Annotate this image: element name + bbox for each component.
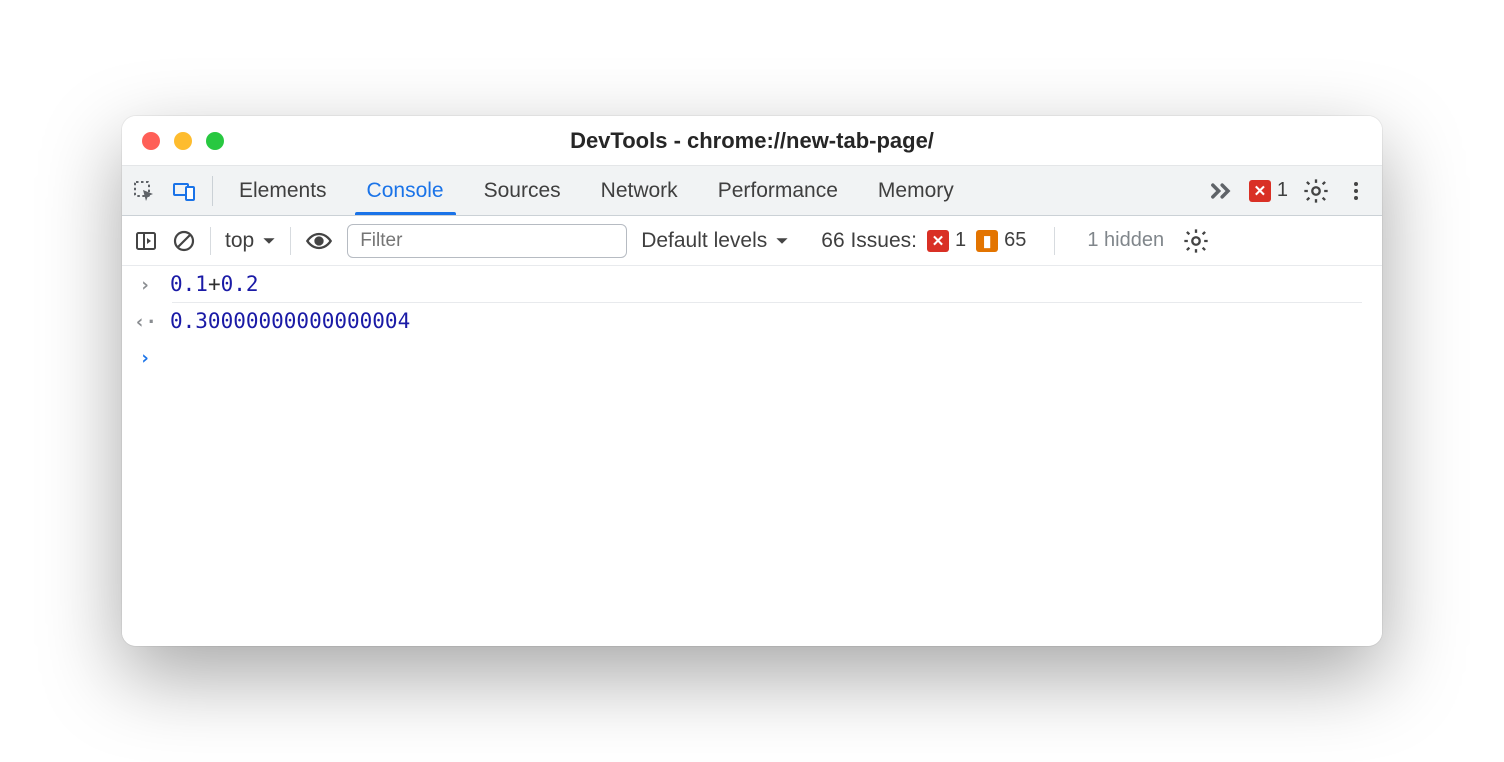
toggle-sidebar-icon[interactable] [134, 229, 158, 253]
console-result-row: ‹· 0.30000000000000004 [122, 303, 1382, 339]
console-toolbar: top Default levels 66 Issues: ✕ 1 ▮ 65 [122, 216, 1382, 266]
tab-network[interactable]: Network [581, 166, 698, 215]
input-arrow-icon: › [134, 272, 156, 296]
prompt-arrow-icon: › [134, 345, 156, 369]
clear-console-icon[interactable] [172, 229, 196, 253]
panel-tabs: Elements Console Sources Network Perform… [219, 166, 974, 215]
divider [290, 227, 291, 255]
more-options-icon[interactable] [1344, 179, 1368, 203]
filter-input[interactable] [347, 224, 627, 258]
console-result: 0.30000000000000004 [170, 309, 410, 333]
device-toolbar-icon[interactable] [172, 179, 196, 203]
inspect-element-icon[interactable] [132, 179, 156, 203]
titlebar: DevTools - chrome://new-tab-page/ [122, 116, 1382, 166]
more-tabs-icon[interactable] [1207, 177, 1235, 205]
live-expression-icon[interactable] [305, 227, 333, 255]
output-arrow-icon: ‹· [134, 309, 156, 333]
console-output[interactable]: › 0.1+0.2 ‹· 0.30000000000000004 › [122, 266, 1382, 646]
window-controls [122, 132, 224, 150]
levels-label: Default levels [641, 229, 767, 253]
tab-sources[interactable]: Sources [464, 166, 581, 215]
issues-warning-count: 65 [1004, 229, 1026, 252]
error-icon: ✕ [927, 230, 949, 252]
chevron-down-icon [262, 234, 276, 248]
console-settings-icon[interactable] [1182, 227, 1210, 255]
settings-icon[interactable] [1302, 177, 1330, 205]
context-label: top [225, 229, 254, 253]
issues-error-count: 1 [955, 229, 966, 252]
devtools-window: DevTools - chrome://new-tab-page/ Elemen… [122, 116, 1382, 646]
window-title: DevTools - chrome://new-tab-page/ [122, 128, 1382, 154]
error-count: 1 [1277, 179, 1288, 202]
tab-performance[interactable]: Performance [698, 166, 858, 215]
chevron-down-icon [775, 234, 789, 248]
tab-console[interactable]: Console [347, 166, 464, 215]
devtools-tabstrip: Elements Console Sources Network Perform… [122, 166, 1382, 216]
console-expression: 0.1+0.2 [170, 272, 259, 296]
console-prompt-row[interactable]: › [122, 339, 1382, 375]
minimize-window-button[interactable] [174, 132, 192, 150]
error-icon: ✕ [1249, 180, 1271, 202]
execution-context-select[interactable]: top [225, 229, 276, 253]
log-levels-select[interactable]: Default levels [641, 229, 789, 253]
divider [212, 176, 213, 206]
tab-memory[interactable]: Memory [858, 166, 974, 215]
tab-elements[interactable]: Elements [219, 166, 347, 215]
issues-label[interactable]: 66 Issues: [821, 229, 917, 253]
issues-warnings[interactable]: ▮ 65 [976, 229, 1026, 252]
divider [1054, 227, 1055, 255]
hidden-messages-link[interactable]: 1 hidden [1087, 229, 1164, 252]
warning-icon: ▮ [976, 230, 998, 252]
console-input-row: › 0.1+0.2 [122, 266, 1382, 302]
close-window-button[interactable] [142, 132, 160, 150]
divider [210, 227, 211, 255]
zoom-window-button[interactable] [206, 132, 224, 150]
issues-errors[interactable]: ✕ 1 [927, 229, 966, 252]
error-counter[interactable]: ✕ 1 [1249, 179, 1288, 202]
